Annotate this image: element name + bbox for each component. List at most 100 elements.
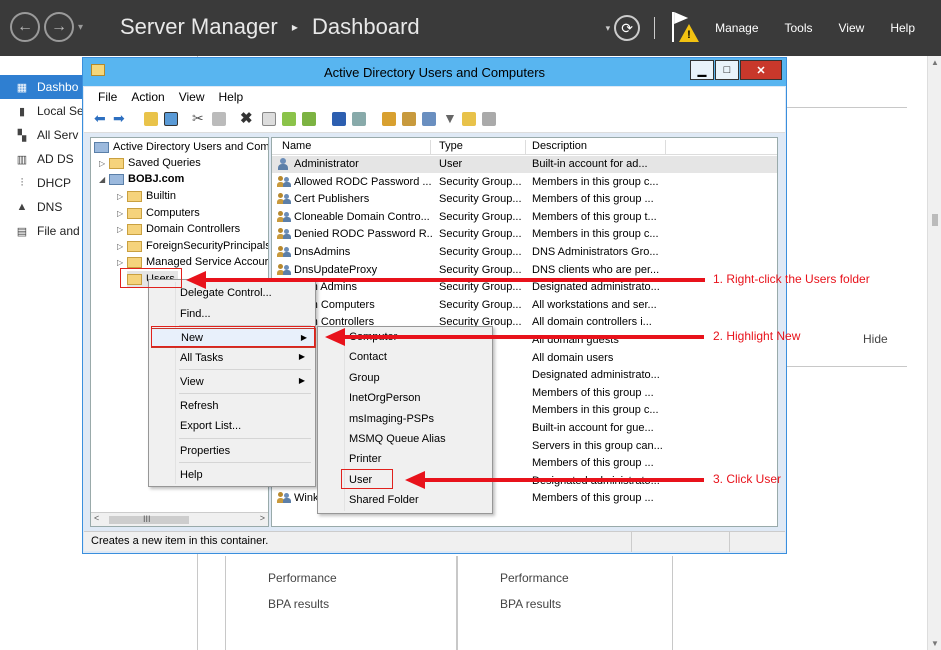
menu-action[interactable]: Action	[131, 90, 164, 104]
scroll-down-icon[interactable]: ▼	[931, 639, 939, 648]
tree-root[interactable]: Active Directory Users and Com	[94, 139, 268, 155]
tree-item-computers[interactable]: ▷ Computers	[117, 205, 200, 221]
submenu-item-msimaging-psps[interactable]: msImaging-PSPs	[320, 409, 490, 429]
hide-link[interactable]: Hide	[863, 332, 888, 346]
menu-item-properties[interactable]: Properties	[151, 441, 313, 461]
collapse-icon[interactable]: ◢	[99, 175, 109, 184]
page-scrollbar[interactable]: ▲ ▼	[927, 56, 941, 650]
tree-hscrollbar[interactable]: < III >	[91, 512, 268, 526]
forward-button[interactable]: →	[44, 12, 74, 42]
help-icon[interactable]	[332, 112, 346, 126]
tree-item-builtin[interactable]: ▷ Builtin	[117, 188, 176, 204]
expand-icon[interactable]: ▷	[99, 159, 109, 168]
sidebar-item-ad-ds[interactable]: ▥ AD DS	[0, 147, 84, 171]
submenu-item-shared-folder[interactable]: Shared Folder	[320, 490, 490, 510]
menu-item-help[interactable]: Help	[151, 465, 313, 485]
menu-view[interactable]: View	[179, 90, 205, 104]
submenu-item-group[interactable]: Group	[320, 368, 490, 388]
menu-item-find[interactable]: Find...	[151, 304, 313, 324]
tree-item-domain[interactable]: ◢ BOBJ.com	[99, 171, 184, 187]
welcome-panel	[786, 107, 907, 367]
table-row[interactable]: DnsUpdateProxy Security Group... DNS clien…	[272, 262, 777, 279]
properties-icon[interactable]	[262, 112, 276, 126]
show-tree-icon[interactable]	[164, 112, 178, 126]
sidebar-item-all-servers[interactable]: ▚ All Serv	[0, 123, 84, 147]
tile-performance-link[interactable]: Performance	[268, 571, 337, 585]
group-icon	[277, 263, 291, 276]
forward-arrow-icon[interactable]: ➡	[113, 110, 125, 127]
menu-manage[interactable]: Manage	[715, 21, 758, 35]
refresh-icon[interactable]: ⟳	[614, 15, 641, 41]
back-arrow-icon[interactable]: ⬅	[94, 110, 106, 127]
filter-icon[interactable]: ▼	[443, 110, 457, 126]
column-header-description[interactable]: Description	[528, 140, 666, 154]
expand-icon[interactable]: ▷	[117, 192, 127, 201]
table-row[interactable]: Cloneable Domain Contro... Security Group…	[272, 209, 777, 226]
sidebar-item-dashboard[interactable]: ▦ Dashbo	[0, 75, 84, 99]
column-header-type[interactable]: Type	[435, 140, 526, 154]
tile-performance-link[interactable]: Performance	[500, 571, 569, 585]
menu-item-all-tasks[interactable]: All Tasks ▶	[151, 348, 313, 368]
tree-item-saved-queries[interactable]: ▷ Saved Queries	[99, 155, 201, 171]
delete-icon[interactable]: ✖	[240, 109, 253, 127]
menu-help[interactable]: Help	[890, 21, 915, 35]
submenu-item-msmq-queue-alias[interactable]: MSMQ Queue Alias	[320, 429, 490, 449]
group-icon	[277, 246, 291, 258]
menu-view[interactable]: View	[839, 21, 865, 35]
expand-icon[interactable]: ▷	[117, 242, 127, 251]
refresh-icon[interactable]	[282, 112, 296, 126]
sidebar-item-dhcp[interactable]: ⫶ DHCP	[0, 171, 84, 195]
copy-icon[interactable]	[212, 112, 226, 126]
tree-item-domain-controllers[interactable]: ▷ Domain Controllers	[117, 221, 240, 237]
notifications-flag-icon[interactable]: !	[669, 10, 700, 46]
table-row[interactable]: DnsAdmins Security Group... DNS Administra…	[272, 244, 777, 261]
refresh-dropdown-icon[interactable]: ▾	[606, 23, 611, 34]
sidebar-item-local-server[interactable]: ▮ Local Se	[0, 99, 84, 123]
table-row[interactable]: Allowed RODC Password ... Security Group.…	[272, 174, 777, 191]
menu-item-refresh[interactable]: Refresh	[151, 396, 313, 416]
expand-icon[interactable]: ▷	[117, 225, 127, 234]
table-row[interactable]: main Computers Security Group... All works…	[272, 297, 777, 314]
submenu-item-inetorgperson[interactable]: InetOrgPerson	[320, 388, 490, 408]
view-icon[interactable]	[352, 112, 366, 126]
menu-help[interactable]: Help	[219, 90, 244, 104]
expand-icon[interactable]: ▷	[117, 258, 127, 267]
tree-item-foreign-security-principals[interactable]: ▷ ForeignSecurityPrincipals	[117, 238, 268, 254]
menu-item-export-list[interactable]: Export List...	[151, 416, 313, 436]
export-icon[interactable]	[302, 112, 316, 126]
cut-icon[interactable]: ✂	[192, 110, 204, 127]
scroll-left-icon[interactable]: <	[94, 513, 99, 523]
scroll-thumb[interactable]	[932, 214, 938, 226]
file-services-icon: ▤	[16, 225, 28, 238]
column-header-name[interactable]: Name	[276, 140, 431, 154]
tile-bpa-link[interactable]: BPA results	[500, 597, 561, 611]
close-button[interactable]: ✕	[740, 60, 782, 80]
scroll-right-icon[interactable]: >	[260, 513, 265, 523]
back-button[interactable]: ←	[10, 12, 40, 42]
annotation-arrowhead-icon	[405, 471, 425, 489]
sidebar-item-file-services[interactable]: ▤ File and	[0, 219, 84, 243]
new-group-icon[interactable]	[402, 112, 416, 126]
new-user-icon[interactable]	[382, 112, 396, 126]
sidebar-item-dns[interactable]: ▲ DNS	[0, 195, 84, 219]
table-row[interactable]: Administrator User Built-in account for ad…	[272, 156, 777, 173]
menu-item-view[interactable]: View ▶	[151, 372, 313, 392]
scroll-up-icon[interactable]: ▲	[931, 58, 939, 67]
find-icon[interactable]	[462, 112, 476, 126]
up-folder-icon[interactable]	[144, 112, 158, 126]
tile-bpa-link[interactable]: BPA results	[268, 597, 329, 611]
submenu-item-contact[interactable]: Contact	[320, 347, 490, 367]
submenu-item-printer[interactable]: Printer	[320, 449, 490, 469]
menu-file[interactable]: File	[98, 90, 117, 104]
annotation-step-3: 3. Click User	[713, 472, 782, 486]
table-row[interactable]: Denied RODC Password R... Security Group.…	[272, 226, 777, 243]
minimize-button[interactable]: ▁	[690, 60, 714, 80]
menu-tools[interactable]: Tools	[785, 21, 813, 35]
expand-icon[interactable]: ▷	[117, 209, 127, 218]
aduc-titlebar[interactable]: Active Directory Users and Computers ▁ □…	[83, 58, 786, 86]
new-ou-icon[interactable]	[422, 112, 436, 126]
nav-dropdown-icon[interactable]: ▾	[78, 22, 83, 42]
table-row[interactable]: Cert Publishers Security Group... Members …	[272, 191, 777, 208]
add-to-group-icon[interactable]	[482, 112, 496, 126]
maximize-button[interactable]: □	[715, 60, 739, 80]
